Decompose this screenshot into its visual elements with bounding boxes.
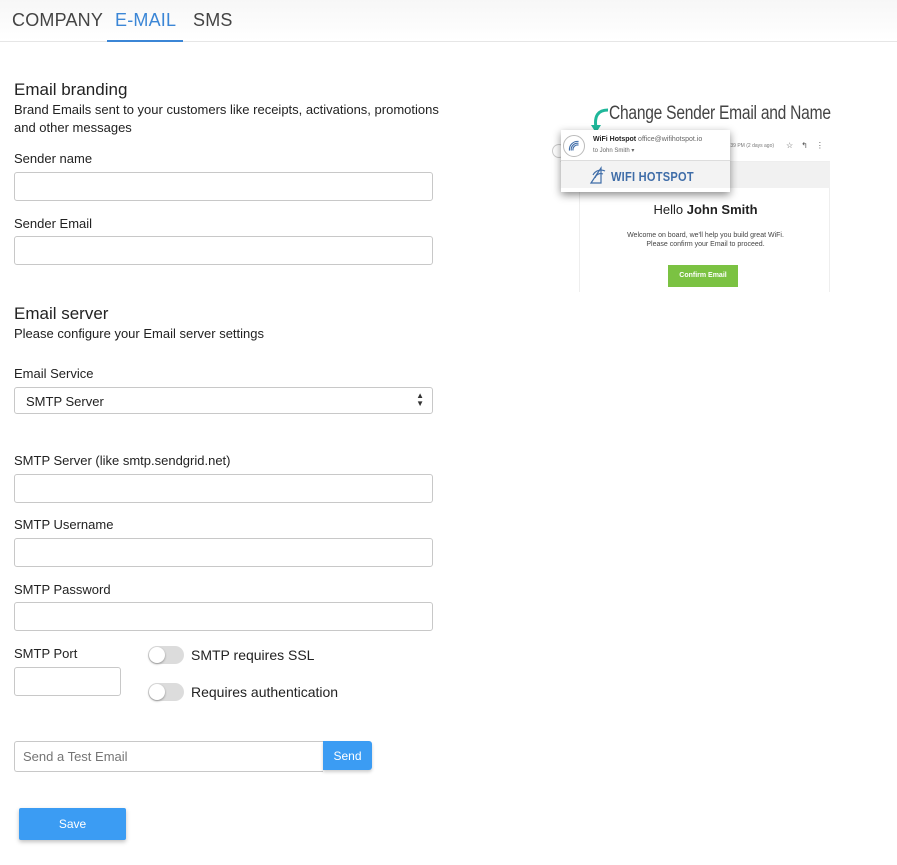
preview-greeting: Hello John Smith (653, 202, 758, 217)
tab-email[interactable]: E-MAIL (115, 10, 176, 31)
sender-email-label: Sender Email (14, 216, 93, 231)
branding-title: Email branding (14, 80, 128, 99)
sender-avatar-icon (563, 135, 585, 157)
send-test-button[interactable]: Send (323, 741, 372, 770)
branding-description-line2: and other messages (14, 120, 132, 135)
sender-name-label: Sender name (14, 151, 93, 166)
email-service-select[interactable]: SMTP Server ▲ ▼ (14, 387, 433, 414)
smtp-port-input[interactable] (14, 667, 121, 696)
toggle-knob (149, 684, 165, 700)
wifi-logo-icon (589, 166, 606, 184)
toggle-knob (149, 647, 165, 663)
smtp-server-input[interactable] (14, 474, 433, 503)
tab-bar: COMPANY E-MAIL SMS (0, 0, 897, 42)
preview-from-line: WiFi Hotspot office@wifihotspot.io (593, 136, 703, 143)
auth-toggle-label: Requires authentication (191, 684, 339, 700)
save-button[interactable]: Save (19, 808, 126, 840)
preview-message: Welcome on board, we'll help you build g… (627, 232, 784, 248)
email-service-value: SMTP Server (26, 394, 104, 409)
ssl-toggle-label: SMTP requires SSL (191, 647, 315, 663)
preview-title: Change Sender Email and Name (609, 103, 831, 124)
smtp-username-input[interactable] (14, 538, 433, 567)
server-description: Please configure your Email server setti… (14, 326, 265, 341)
preview-to-line: to John Smith ▾ (593, 148, 635, 154)
server-title: Email server (14, 304, 109, 323)
sender-email-input[interactable] (14, 236, 433, 265)
email-service-label: Email Service (14, 366, 94, 381)
ssl-toggle[interactable] (148, 646, 184, 664)
smtp-server-label: SMTP Server (like smtp.sendgrid.net) (14, 453, 231, 468)
sender-name-input[interactable] (14, 172, 433, 201)
preview-meta-time: :39 PM (2 days ago) (729, 143, 775, 149)
active-tab-indicator (107, 40, 183, 42)
smtp-password-input[interactable] (14, 602, 433, 631)
smtp-password-label: SMTP Password (14, 582, 111, 597)
auth-toggle[interactable] (148, 683, 184, 701)
preview-logo-text: WIFI HOTSPOT (611, 169, 694, 184)
smtp-port-label: SMTP Port (14, 646, 78, 661)
select-arrows-icon: ▲ ▼ (416, 391, 424, 408)
preview-sender-popup: WiFi Hotspot office@wifihotspot.io to Jo… (561, 130, 730, 192)
test-email-input[interactable] (14, 741, 323, 772)
tab-sms[interactable]: SMS (193, 10, 233, 31)
smtp-username-label: SMTP Username (14, 517, 114, 532)
preview-confirm-button: Confirm Email (668, 265, 738, 287)
tab-company[interactable]: COMPANY (12, 10, 103, 31)
preview-email-body: Hello John Smith Welcome on board, we'll… (579, 188, 830, 292)
email-preview-illustration: Change Sender Email and Name :39 PM (2 d… (552, 100, 832, 292)
branding-description-line1: Brand Emails sent to your customers like… (14, 102, 439, 117)
preview-action-icons: ☆↰⋮ (786, 141, 832, 150)
preview-logo-band: WIFI HOTSPOT (561, 160, 730, 188)
